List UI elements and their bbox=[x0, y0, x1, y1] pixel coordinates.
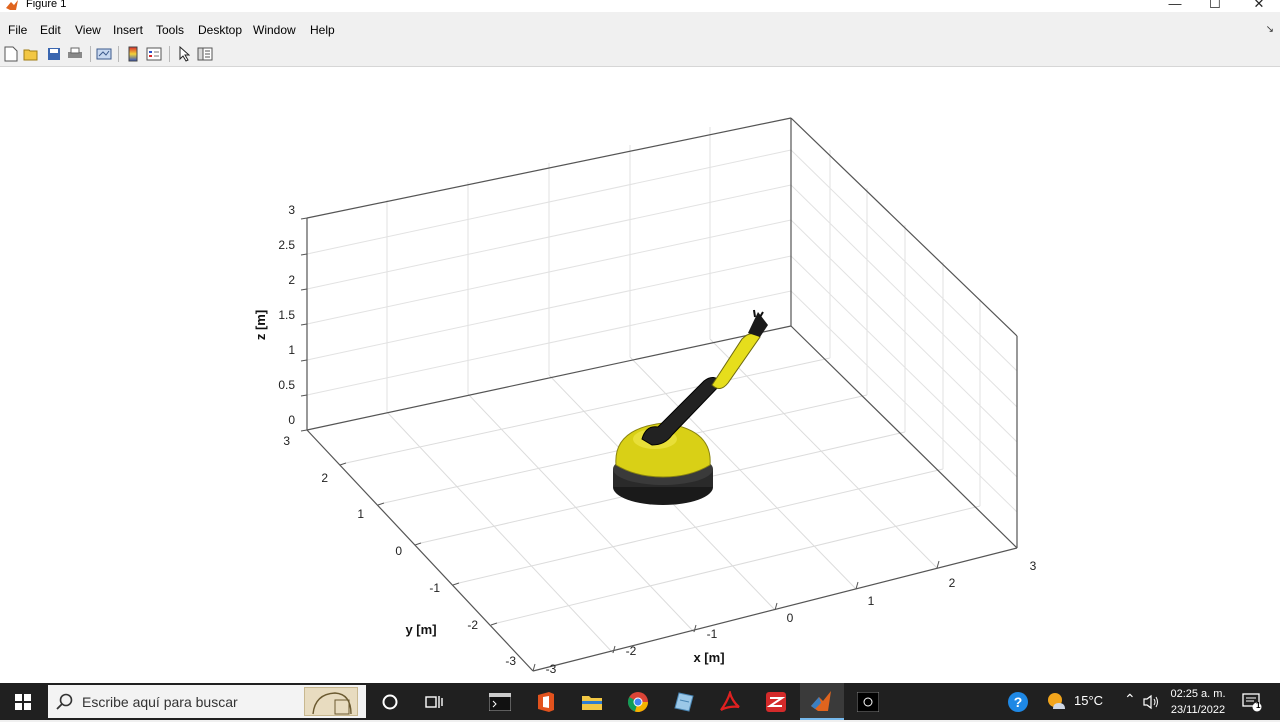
robot-arm-model bbox=[613, 309, 768, 505]
menu-tools[interactable]: Tools bbox=[156, 23, 184, 37]
clock-time: 02:25 a. m. bbox=[1170, 688, 1226, 700]
file-explorer-icon[interactable] bbox=[570, 683, 614, 720]
y-tick-label: 2 bbox=[321, 471, 328, 485]
menu-bar: File Edit View Insert Tools Desktop Wind… bbox=[0, 20, 1280, 40]
menu-file[interactable]: File bbox=[8, 23, 27, 37]
menu-window[interactable]: Window bbox=[253, 23, 296, 37]
y-tick-label: -3 bbox=[505, 654, 516, 668]
toolbar-separator bbox=[118, 46, 119, 62]
y-tick-label: 0 bbox=[395, 544, 402, 558]
screen-recorder-icon[interactable] bbox=[846, 683, 890, 720]
open-file-icon[interactable] bbox=[22, 45, 40, 63]
close-button[interactable]: ✕ bbox=[1236, 0, 1280, 12]
property-inspector-icon[interactable] bbox=[196, 45, 214, 63]
notification-count: 1 bbox=[1256, 701, 1261, 710]
clock-date: 23/11/2022 bbox=[1170, 704, 1226, 716]
cortana-icon[interactable] bbox=[368, 683, 412, 720]
toolbar-separator bbox=[90, 46, 91, 62]
save-icon[interactable] bbox=[45, 45, 63, 63]
search-icon bbox=[56, 693, 73, 710]
menu-view[interactable]: View bbox=[75, 23, 101, 37]
z-axis-label: z [m] bbox=[253, 310, 268, 340]
notes-app-icon[interactable] bbox=[662, 683, 706, 720]
robot-gripper bbox=[748, 312, 768, 337]
title-bar: Figure 1 — ☐ ✕ bbox=[0, 0, 1280, 12]
y-tick-label: 1 bbox=[357, 507, 364, 521]
weather-icon bbox=[1034, 683, 1078, 720]
menu-help[interactable]: Help bbox=[310, 23, 335, 37]
axes-3d[interactable]: 0 0.5 1 1.5 2 2.5 3 -3 -2 -1 0 1 2 3 -3 … bbox=[0, 67, 1280, 683]
acrobat-icon[interactable] bbox=[708, 683, 752, 720]
search-placeholder: Escribe aquí para buscar bbox=[82, 694, 238, 710]
z-tick-label: 1 bbox=[288, 343, 295, 357]
edit-plot-icon[interactable] bbox=[175, 45, 193, 63]
figure-canvas: 0 0.5 1 1.5 2 2.5 3 -3 -2 -1 0 1 2 3 -3 … bbox=[0, 67, 1280, 683]
svg-text:?: ? bbox=[1014, 694, 1023, 710]
new-figure-icon[interactable] bbox=[2, 45, 20, 63]
matlab-icon bbox=[6, 0, 18, 10]
side-wall-grid bbox=[790, 149, 1018, 513]
z-tick-label: 1.5 bbox=[278, 308, 295, 322]
matlab-taskbar-icon[interactable] bbox=[800, 683, 844, 720]
menu-edit[interactable]: Edit bbox=[40, 23, 61, 37]
terminal-app-icon[interactable] bbox=[478, 683, 522, 720]
chevron-up-icon[interactable]: ⌃ bbox=[1124, 691, 1136, 708]
taskbar-search-box[interactable]: Escribe aquí para buscar bbox=[48, 685, 366, 718]
task-view-icon[interactable] bbox=[412, 683, 456, 720]
x-tick-label: 2 bbox=[949, 576, 956, 590]
z-tick-label: 3 bbox=[288, 203, 295, 217]
y-axis-label: y [m] bbox=[405, 622, 436, 637]
back-wall-grid bbox=[306, 127, 792, 412]
search-highlight-image bbox=[304, 687, 358, 716]
x-tick-label: -3 bbox=[546, 662, 557, 676]
x-tick-label: 0 bbox=[787, 611, 794, 625]
x-axis-label: x [m] bbox=[693, 650, 724, 665]
print-icon[interactable] bbox=[66, 45, 84, 63]
y-tick-label: -1 bbox=[429, 581, 440, 595]
z-tick-label: 0.5 bbox=[278, 378, 295, 392]
temperature-text: 15°C bbox=[1074, 693, 1104, 708]
z-tick-label: 2 bbox=[288, 273, 295, 287]
figure-toolbar bbox=[0, 42, 1280, 67]
maximize-button[interactable]: ☐ bbox=[1192, 0, 1238, 12]
y-tick-label: -2 bbox=[467, 618, 478, 632]
dock-arrow-icon[interactable]: ↘ bbox=[1266, 24, 1274, 35]
x-tick-label: -1 bbox=[707, 627, 718, 641]
x-tick-label: -2 bbox=[626, 644, 637, 658]
colorbar-icon[interactable] bbox=[124, 45, 142, 63]
window-title: Figure 1 bbox=[26, 0, 67, 10]
z-tick-label: 2.5 bbox=[278, 238, 295, 252]
notification-icon[interactable]: 1 bbox=[1238, 683, 1266, 720]
taskbar: Escribe aquí para buscar ? 15°C ⌃ 02:25 … bbox=[0, 683, 1280, 720]
toolbar-separator bbox=[169, 46, 170, 62]
legend-icon[interactable] bbox=[145, 45, 163, 63]
x-tick-label: 3 bbox=[1030, 559, 1037, 573]
office-app-icon[interactable] bbox=[524, 683, 568, 720]
link-plot-icon[interactable] bbox=[95, 45, 113, 63]
x-tick-label: 1 bbox=[868, 594, 875, 608]
y-tick-label: 3 bbox=[283, 434, 290, 448]
chrome-icon[interactable] bbox=[616, 683, 660, 720]
windows-start-icon[interactable] bbox=[0, 683, 46, 720]
taskbar-clock[interactable]: 02:25 a. m. 23/11/2022 bbox=[1160, 686, 1236, 718]
solidworks-icon[interactable] bbox=[754, 683, 798, 720]
z-tick-label: 0 bbox=[288, 413, 295, 427]
menu-desktop[interactable]: Desktop bbox=[198, 23, 242, 37]
menu-insert[interactable]: Insert bbox=[113, 23, 143, 37]
